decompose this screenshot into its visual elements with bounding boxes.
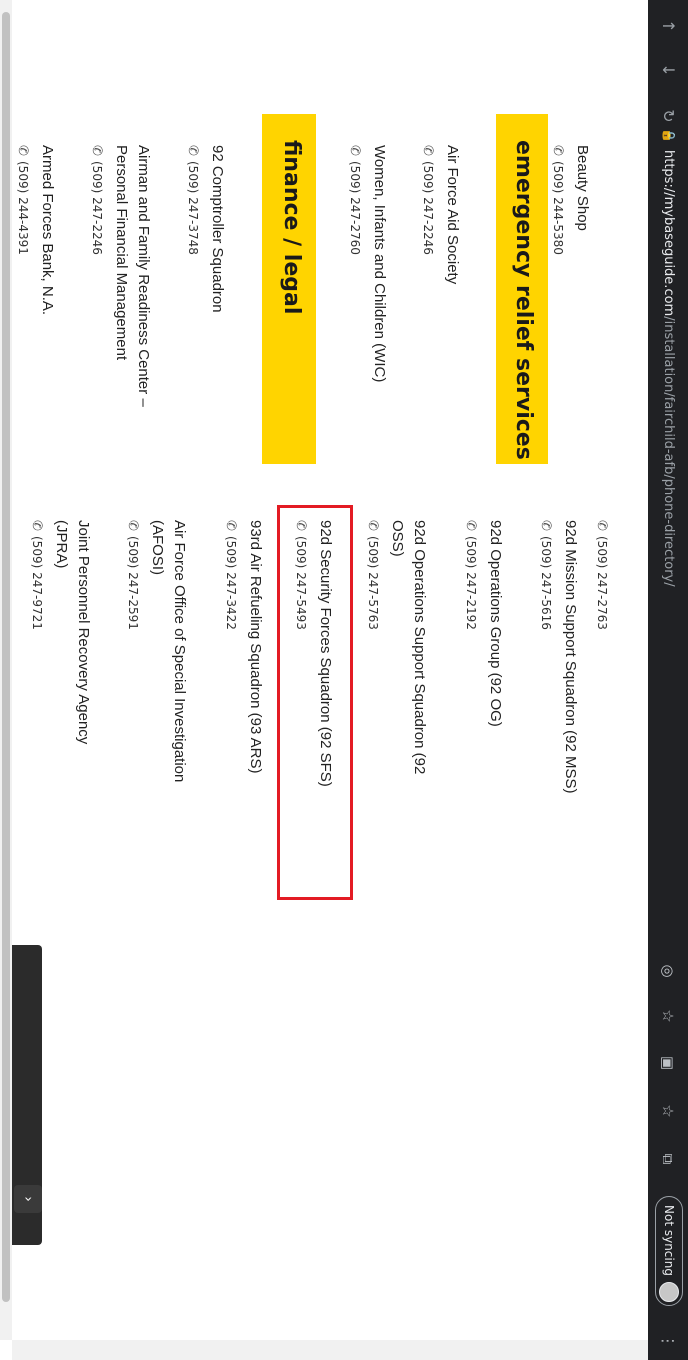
favorite-add-icon[interactable]: ☆: [657, 1005, 679, 1027]
highlight-box: [277, 505, 353, 900]
entry-phone-link[interactable]: ✆ (509) 247-9721: [26, 520, 47, 744]
entry-name: 92d Operations Support Squadron (92 OSS): [389, 520, 428, 775]
refresh-icon[interactable]: ↻: [656, 104, 680, 128]
profile-sync-button[interactable]: Not syncing: [655, 1196, 683, 1306]
scrollbar-thumb[interactable]: [2, 12, 10, 1302]
horizontal-scrollbar[interactable]: [0, 0, 12, 1340]
list-item: Armed Forces Bank, N.A. ✆ (509) 244-4391: [12, 145, 58, 315]
back-arrow-icon[interactable]: ↑: [656, 14, 680, 38]
entry-name: Armed Forces Bank, N.A.: [39, 145, 56, 316]
section-heading-text: emergency relief services: [511, 140, 536, 460]
phone-icon: ✆: [594, 520, 609, 531]
eye-icon[interactable]: ◎: [657, 960, 679, 982]
url-host: mybaseguide.com: [661, 196, 676, 317]
chevron-right-icon[interactable]: ›: [14, 1185, 42, 1213]
extension-icon[interactable]: ▣: [657, 1052, 679, 1074]
entry-phone-link[interactable]: ✆ (509) 247-5616: [535, 520, 556, 793]
section-heading-emergency-relief: emergency relief services: [496, 114, 548, 464]
phone-number: (509) 247-5616: [539, 536, 553, 630]
phone-icon: ✆: [125, 520, 140, 531]
phone-number: (509) 247-9721: [30, 536, 44, 630]
phone-number: (509) 247-2246: [90, 161, 104, 255]
list-item: ✆ (509) 247-2763: [591, 520, 612, 630]
list-item: Air Force Office of Special Investigatio…: [122, 520, 190, 782]
url-path: /installation/fairchild-afb/phone-direct…: [661, 316, 676, 587]
section-heading-finance-legal: finance / legal: [262, 114, 316, 464]
entry-phone-link[interactable]: ✆ (509) 244-5380: [547, 145, 568, 255]
entry-name: Women, Infants and Children (WIC): [371, 145, 388, 383]
phone-icon: ✆: [365, 520, 380, 531]
phone-icon: ✆: [89, 145, 104, 156]
phone-icon: ✆: [15, 145, 30, 156]
entry-name: Air Force Office of Special Investigatio…: [149, 520, 188, 783]
phone-number: (509) 247-2763: [595, 536, 609, 630]
section-heading-text: finance / legal: [279, 140, 304, 315]
browser-toolbar: ↑ ↓ ↻ 🔒 https://mybaseguide.com/installa…: [648, 0, 688, 1360]
sync-status-label: Not syncing: [662, 1205, 676, 1276]
url-scheme: https://: [661, 150, 676, 197]
phone-icon: ✆: [420, 145, 435, 156]
phone-number: (509) 247-3748: [186, 161, 200, 255]
entry-phone-link[interactable]: ✆ (509) 247-2760: [344, 145, 365, 382]
list-item: 92d Operations Support Squadron (92 OSS)…: [362, 520, 430, 774]
vertical-scrollbar[interactable]: [12, 1340, 648, 1360]
phone-number: (509) 244-5380: [551, 161, 565, 255]
entry-phone-link[interactable]: ✆ (509) 247-2591: [122, 520, 143, 782]
phone-number: (509) 247-5763: [366, 536, 380, 630]
collections-icon[interactable]: ⧉: [657, 1148, 679, 1170]
entry-phone-link[interactable]: ✆ (509) 244-4391: [12, 145, 33, 315]
avatar: [659, 1282, 679, 1302]
list-item: 92d Mission Support Squadron (92 MSS) ✆ (…: [535, 520, 581, 793]
entry-name: 92 Comptroller Squadron: [209, 145, 226, 313]
phone-directory: Beauty Shop ✆ (509) 244-5380 emergency re…: [12, 0, 648, 1340]
list-item: 93rd Air Refueling Squadron (93 ARS) ✆ (5…: [220, 520, 266, 773]
phone-number: (509) 247-2760: [348, 161, 362, 255]
phone-icon: ✆: [29, 520, 44, 531]
phone-number: (509) 247-2246: [421, 161, 435, 255]
list-item: 92d Operations Group (92 OG) ✆ (509) 247-…: [460, 520, 506, 727]
entry-phone-link[interactable]: ✆ (509) 247-2246: [417, 145, 438, 284]
phone-number: (509) 244-4391: [16, 161, 30, 255]
phone-number: (509) 247-3422: [224, 536, 238, 630]
list-item: Women, Infants and Children (WIC) ✆ (509)…: [344, 145, 390, 382]
entry-name: Air Force Aid Society: [444, 145, 461, 285]
entry-phone-link[interactable]: ✆ (509) 247-5763: [362, 520, 383, 774]
lock-icon[interactable]: 🔒: [662, 128, 676, 143]
list-item: Joint Personnel Recovery Agency (JPRA) ✆…: [26, 520, 94, 744]
browser-window: ↑ ↓ ↻ 🔒 https://mybaseguide.com/installa…: [0, 0, 688, 1360]
address-bar[interactable]: https://mybaseguide.com/installation/fai…: [651, 150, 685, 670]
entry-name: 92d Operations Group (92 OG): [487, 520, 504, 727]
list-item: Beauty Shop ✆ (509) 244-5380: [547, 145, 593, 255]
entry-phone-link[interactable]: ✆ (509) 247-2192: [460, 520, 481, 727]
entry-phone-link[interactable]: ✆ (509) 247-2763: [591, 520, 612, 630]
entry-name: Joint Personnel Recovery Agency (JPRA): [53, 520, 92, 745]
entry-phone-link[interactable]: ✆ (509) 247-3422: [220, 520, 241, 773]
list-item: Airman and Family Readiness Center – Per…: [86, 145, 154, 407]
favorites-icon[interactable]: ☆: [657, 1100, 679, 1122]
entry-name: Beauty Shop: [574, 145, 591, 231]
phone-icon: ✆: [185, 145, 200, 156]
phone-number: (509) 247-2591: [126, 536, 140, 630]
phone-icon: ✆: [550, 145, 565, 156]
forward-arrow-icon[interactable]: ↓: [656, 58, 680, 82]
entry-name: 93rd Air Refueling Squadron (93 ARS): [247, 520, 264, 774]
phone-icon: ✆: [463, 520, 478, 531]
phone-number: (509) 247-2192: [464, 536, 478, 630]
phone-icon: ✆: [347, 145, 362, 156]
phone-icon: ✆: [538, 520, 553, 531]
entry-name: 92d Mission Support Squadron (92 MSS): [562, 520, 579, 794]
entry-phone-link[interactable]: ✆ (509) 247-2246: [86, 145, 107, 407]
entry-name: Airman and Family Readiness Center – Per…: [113, 145, 152, 407]
phone-icon: ✆: [223, 520, 238, 531]
entry-phone-link[interactable]: ✆ (509) 247-3748: [182, 145, 203, 313]
more-menu-icon[interactable]: ⋮: [657, 1330, 679, 1352]
list-item: Air Force Aid Society ✆ (509) 247-2246: [417, 145, 463, 284]
list-item: 92 Comptroller Squadron ✆ (509) 247-3748: [182, 145, 228, 313]
